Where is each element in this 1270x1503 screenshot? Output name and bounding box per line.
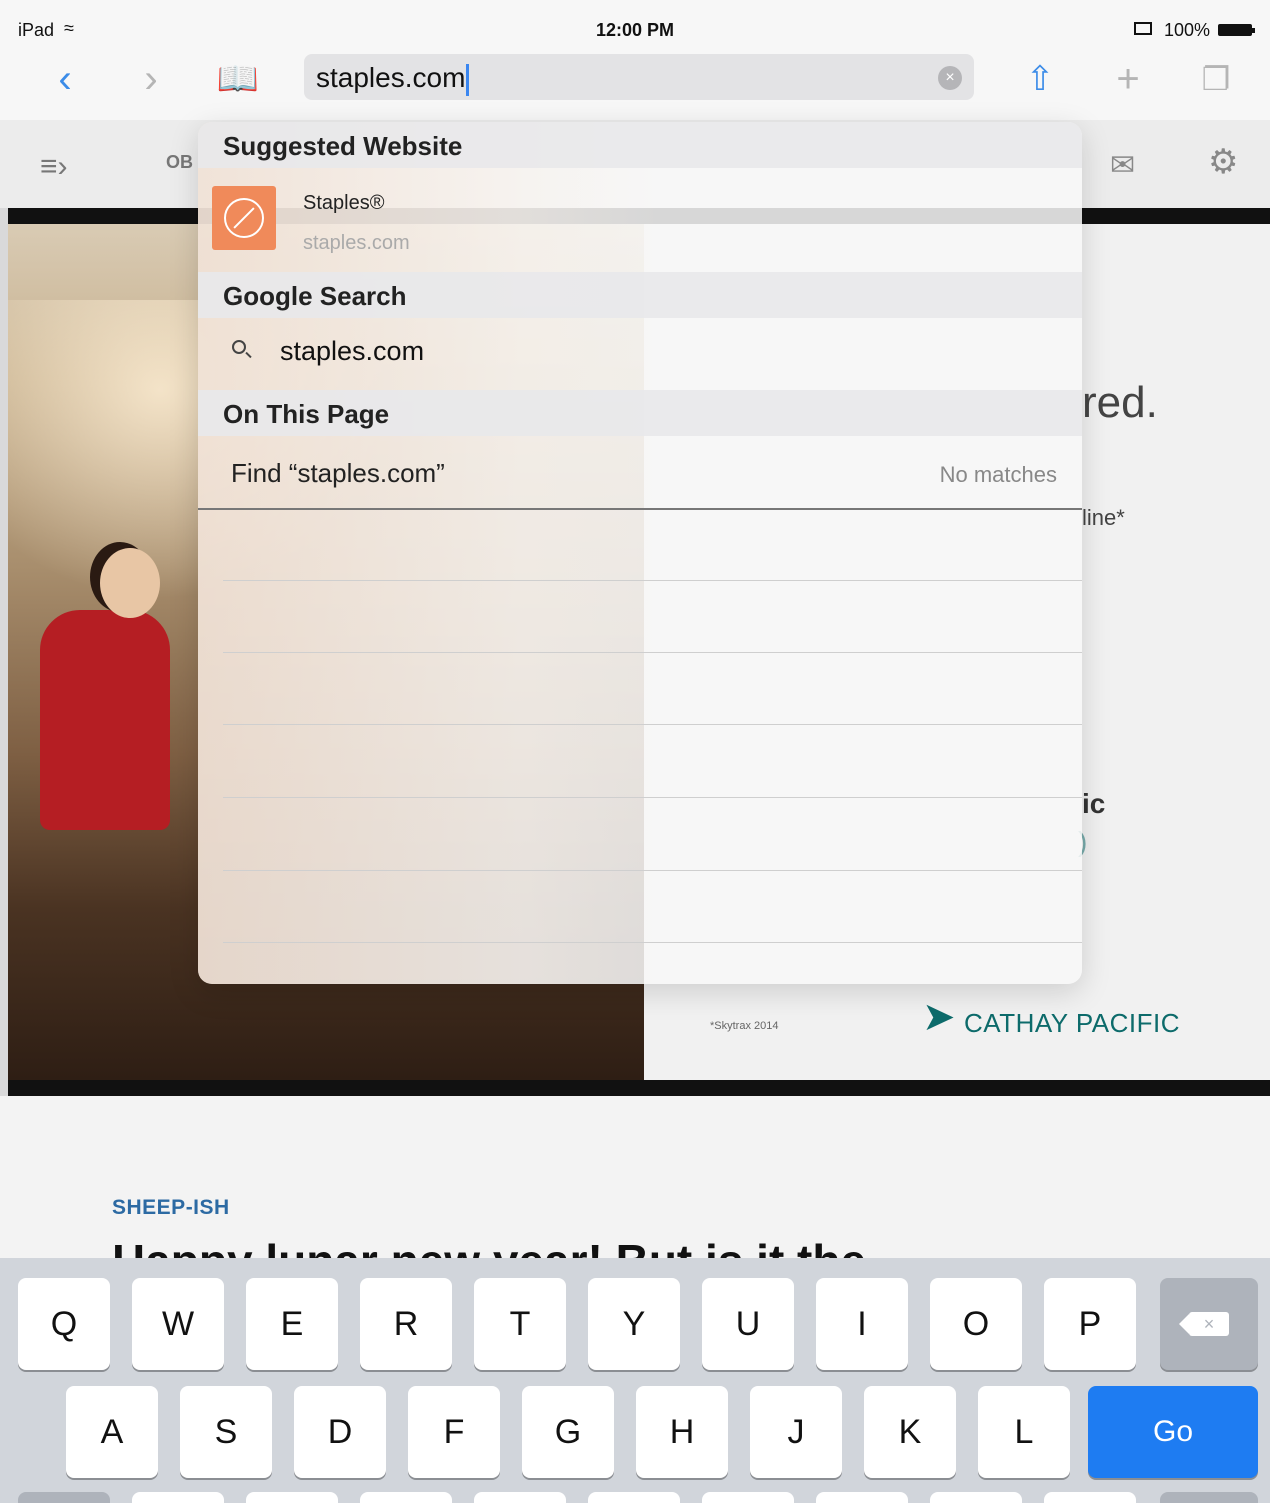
- key-n[interactable]: [702, 1492, 794, 1503]
- airplay-icon: [1134, 22, 1152, 35]
- suggested-website-header: Suggested Website: [198, 122, 1082, 168]
- text-caret: [466, 63, 470, 96]
- empty-row-divider: [223, 870, 1082, 871]
- empty-row-divider: [223, 942, 1082, 943]
- on-this-page-header: On This Page: [198, 390, 1082, 436]
- key-s[interactable]: S: [180, 1386, 272, 1478]
- key-t[interactable]: T: [474, 1278, 566, 1370]
- cathay-logo-icon: ➤: [922, 995, 956, 1039]
- key-p[interactable]: P: [1044, 1278, 1136, 1370]
- back-chevron-icon[interactable]: ‹: [48, 54, 82, 104]
- google-search-row[interactable]: staples.com: [198, 318, 1082, 388]
- find-label: Find “staples.com”: [231, 458, 445, 488]
- ad-photo-hostess: [40, 610, 170, 830]
- address-bar[interactable]: staples.com ×: [304, 54, 974, 100]
- find-on-page-row[interactable]: Find “staples.com” No matches: [198, 438, 1082, 510]
- empty-row-divider: [223, 580, 1082, 581]
- address-input[interactable]: staples.com: [316, 62, 470, 96]
- ad-text-ic: ic: [1082, 788, 1106, 819]
- ad-text-line: line*: [1082, 505, 1125, 530]
- key-b[interactable]: [588, 1492, 680, 1503]
- search-query: staples.com: [280, 336, 425, 366]
- ad-brand[interactable]: CATHAY PACIFIC: [964, 1008, 1180, 1039]
- mail-icon[interactable]: ✉: [1110, 148, 1135, 183]
- find-status: No matches: [939, 462, 1057, 487]
- ad-footnote: *Skytrax 2014: [710, 1020, 779, 1032]
- key-x[interactable]: [246, 1492, 338, 1503]
- ad-photo-hostess-head: [100, 548, 160, 618]
- key-period[interactable]: [930, 1492, 1022, 1503]
- go-button[interactable]: Go: [1088, 1386, 1258, 1478]
- key-d[interactable]: D: [294, 1386, 386, 1478]
- battery-icon: [1218, 24, 1255, 36]
- key-j[interactable]: J: [750, 1386, 842, 1478]
- key-e[interactable]: E: [246, 1278, 338, 1370]
- safari-compass-icon: [212, 186, 276, 250]
- gear-icon[interactable]: ⚙: [1208, 142, 1238, 182]
- empty-row-divider: [223, 797, 1082, 798]
- section-title: Suggested Website: [223, 131, 463, 161]
- key-k[interactable]: K: [864, 1386, 956, 1478]
- key-r[interactable]: R: [360, 1278, 452, 1370]
- key-slash[interactable]: [1044, 1492, 1136, 1503]
- new-tab-plus-icon[interactable]: +: [1106, 54, 1150, 104]
- onscreen-keyboard: Q W E R T Y U I O P × A S D F G H J K L …: [0, 1258, 1270, 1503]
- key-q[interactable]: Q: [18, 1278, 110, 1370]
- divider: [8, 1080, 1270, 1096]
- key-f[interactable]: F: [408, 1386, 500, 1478]
- suggested-site-row[interactable]: Staples® staples.com: [198, 168, 1082, 272]
- key-u[interactable]: U: [702, 1278, 794, 1370]
- key-a[interactable]: A: [66, 1386, 158, 1478]
- battery-percent: 100%: [1163, 20, 1210, 40]
- key-c[interactable]: [360, 1492, 452, 1503]
- browser-toolbar: ‹ › 📖 staples.com × ⇧ + ❐: [0, 44, 1270, 121]
- google-search-header: Google Search: [198, 272, 1082, 318]
- key-z[interactable]: [132, 1492, 224, 1503]
- search-icon: [232, 340, 246, 354]
- section-title: On This Page: [223, 399, 390, 429]
- delete-icon: ×: [1179, 1312, 1229, 1336]
- key-o[interactable]: O: [930, 1278, 1022, 1370]
- site-url: staples.com: [303, 232, 410, 254]
- page-nav-label: OB: [166, 152, 193, 172]
- site-name: Staples®: [303, 192, 385, 214]
- status-time: 12:00 PM: [595, 20, 675, 40]
- key-g[interactable]: G: [522, 1386, 614, 1478]
- tabs-icon[interactable]: ❐: [1194, 54, 1238, 104]
- section-title: Google Search: [223, 281, 407, 311]
- address-value: staples.com: [316, 62, 466, 93]
- clear-text-icon[interactable]: ×: [938, 66, 962, 90]
- status-bar: iPad ≈ 12:00 PM 100%: [0, 0, 1270, 44]
- key-w[interactable]: W: [132, 1278, 224, 1370]
- article-kicker[interactable]: SHEEP-ISH: [112, 1196, 230, 1220]
- key-l[interactable]: L: [978, 1386, 1070, 1478]
- key-i[interactable]: I: [816, 1278, 908, 1370]
- menu-icon[interactable]: ≡›: [40, 150, 68, 184]
- shift-key[interactable]: [18, 1492, 110, 1503]
- empty-row-divider: [223, 652, 1082, 653]
- bookmarks-icon[interactable]: 📖: [214, 54, 262, 104]
- forward-chevron-icon[interactable]: ›: [134, 54, 168, 104]
- ad-text-red: red.: [1082, 378, 1158, 427]
- empty-row-divider: [223, 724, 1082, 725]
- shift-key-right[interactable]: [1160, 1492, 1258, 1503]
- key-y[interactable]: Y: [588, 1278, 680, 1370]
- key-m[interactable]: [816, 1492, 908, 1503]
- key-h[interactable]: H: [636, 1386, 728, 1478]
- key-v[interactable]: [474, 1492, 566, 1503]
- delete-key[interactable]: ×: [1160, 1278, 1258, 1370]
- share-icon[interactable]: ⇧: [1018, 54, 1062, 104]
- suggestions-popover: Suggested Website Staples® staples.com G…: [198, 122, 1082, 984]
